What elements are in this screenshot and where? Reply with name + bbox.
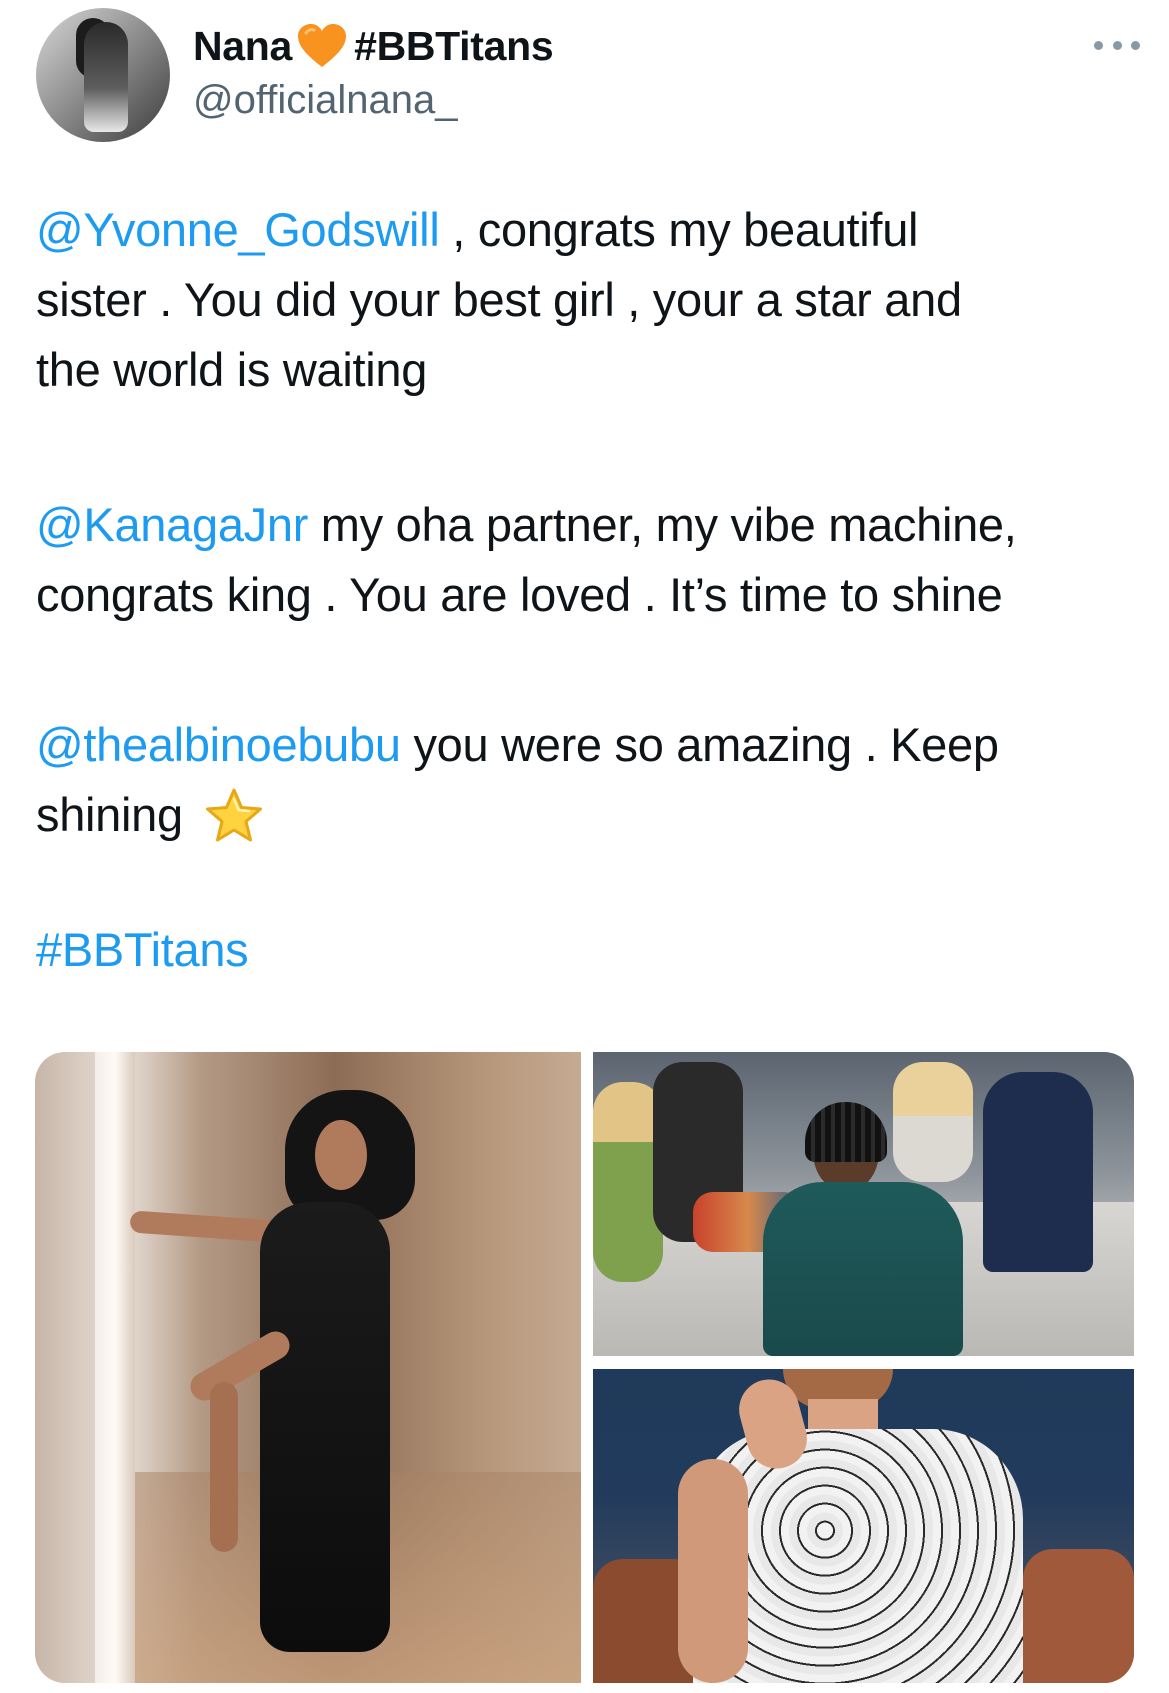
- man-body: [763, 1182, 963, 1356]
- tweet: Nana #BBTitans @officialnana_ @Yvonne_Go…: [0, 0, 1169, 1693]
- photo-man-green-outfit[interactable]: [593, 1052, 1134, 1356]
- cushion-right: [1023, 1549, 1134, 1683]
- tweet-text: my oha partner, my vibe machine,: [308, 498, 1017, 551]
- star-icon: [205, 788, 262, 842]
- tweet-text: congrats king . You are loved . It’s tim…: [36, 568, 1003, 621]
- user-handle[interactable]: @officialnana_: [193, 78, 458, 123]
- dot: [1131, 40, 1140, 50]
- user-name-row[interactable]: Nana #BBTitans: [193, 20, 554, 72]
- tweet-line: @Yvonne_Godswill , congrats my beautiful: [36, 195, 1136, 265]
- arm: [678, 1459, 748, 1683]
- tweet-line: @thealbinoebubu you were so amazing . Ke…: [36, 710, 1136, 780]
- tweet-paragraph: @KanagaJnr my oha partner, my vibe machi…: [36, 490, 1136, 630]
- mention-link[interactable]: @KanagaJnr: [36, 498, 308, 551]
- tweet-line: #BBTitans: [36, 915, 1136, 985]
- person-blonde: [893, 1062, 973, 1182]
- leg-lower: [210, 1382, 238, 1552]
- media-grid: [35, 1052, 1134, 1683]
- more-horizontal-icon[interactable]: [1094, 38, 1140, 52]
- tweet-line: shining: [36, 780, 1136, 850]
- mention-link[interactable]: @Yvonne_Godswill: [36, 203, 440, 256]
- tweet-text: sister . You did your best girl , your a…: [36, 273, 962, 326]
- display-name[interactable]: Nana: [193, 23, 292, 70]
- mention-link[interactable]: @thealbinoebubu: [36, 718, 401, 771]
- wall-light: [95, 1052, 135, 1683]
- tweet-paragraph: @thealbinoebubu you were so amazing . Ke…: [36, 710, 1136, 850]
- tweet-text: , congrats my beautiful: [439, 203, 919, 256]
- tweet-text: shining: [36, 788, 183, 841]
- photo-woman-black-dress[interactable]: [35, 1052, 581, 1683]
- tweet-paragraph: #BBTitans: [36, 915, 1136, 985]
- tweet-line: sister . You did your best girl , your a…: [36, 265, 1136, 335]
- tweet-text: the world is waiting: [36, 343, 428, 396]
- name-hashtag[interactable]: #BBTitans: [354, 23, 554, 70]
- dress: [260, 1202, 390, 1652]
- photo-man-paisley-shirt[interactable]: [593, 1369, 1134, 1683]
- tweet-paragraph: @Yvonne_Godswill , congrats my beautiful…: [36, 195, 1136, 405]
- orange-heart-icon: [298, 24, 347, 67]
- avatar-figure: [84, 22, 128, 132]
- tweet-line: @KanagaJnr my oha partner, my vibe machi…: [36, 490, 1136, 560]
- tweet-line: congrats king . You are loved . It’s tim…: [36, 560, 1136, 630]
- dot: [1094, 40, 1103, 50]
- hashtag-link[interactable]: #BBTitans: [36, 923, 249, 976]
- tweet-line: the world is waiting: [36, 335, 1136, 405]
- avatar[interactable]: [36, 8, 170, 142]
- face: [315, 1120, 367, 1190]
- man-locs: [805, 1102, 887, 1162]
- tweet-text: you were so amazing . Keep: [400, 718, 999, 771]
- person-suit: [983, 1072, 1093, 1272]
- dot: [1112, 40, 1122, 50]
